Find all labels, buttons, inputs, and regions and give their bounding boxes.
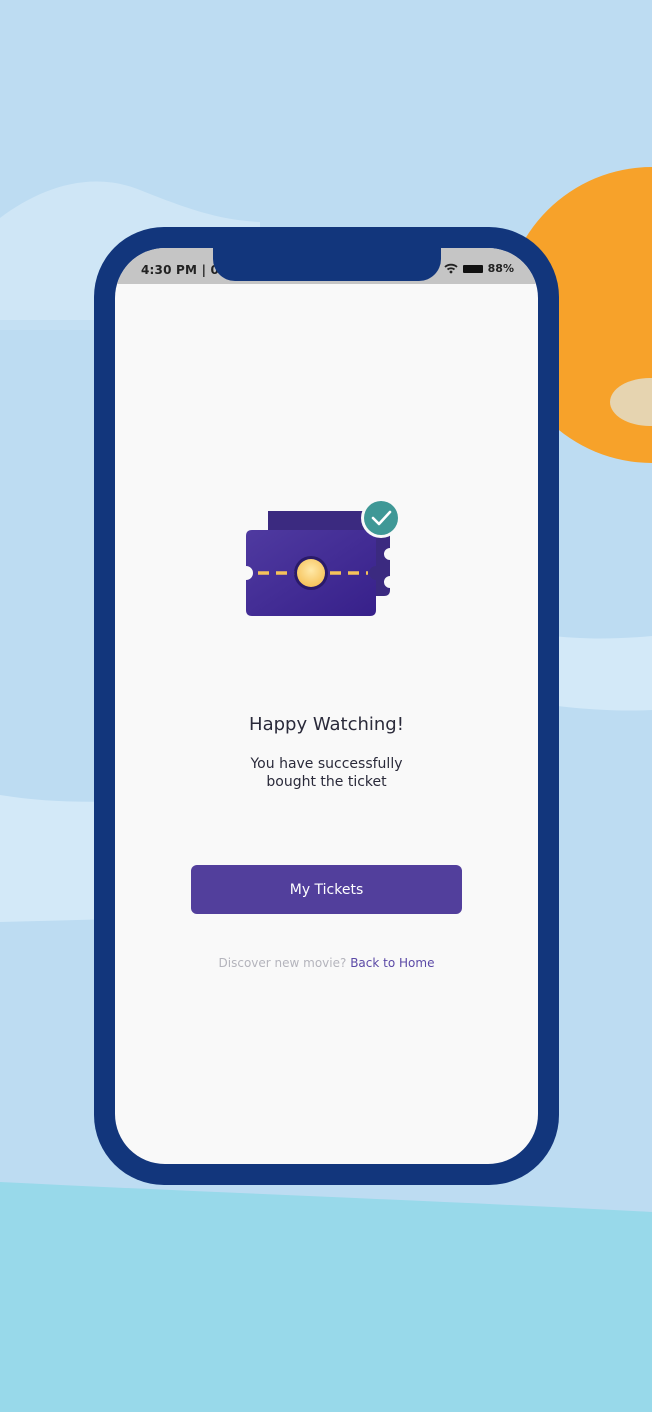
footer-prompt-text: Discover new movie? [218,956,347,970]
battery-percent: 88% [487,262,514,275]
success-message: You have successfully bought the ticket [115,755,538,791]
back-to-home-link[interactable]: Back to Home [350,956,434,970]
wifi-icon [444,263,458,274]
status-time: 4:30 PM [141,263,198,277]
status-separator: | [201,263,207,277]
my-tickets-button[interactable]: My Tickets [191,865,462,914]
check-icon [364,501,398,535]
phone-frame: 4:30 PM | 0. 88% [94,227,559,1185]
success-message-line-1: You have successfully [250,756,403,772]
ticket-icon [246,498,401,616]
phone-screen: 4:30 PM | 0. 88% [115,248,538,1164]
phone-notch [213,248,441,281]
success-title: Happy Watching! [249,714,404,735]
success-message-line-2: bought the ticket [266,774,387,790]
status-bar-left: 4:30 PM | 0. [141,263,224,277]
battery-icon [462,264,483,273]
footer-prompt: Discover new movie? Back to Home [115,956,538,970]
status-bar-right: 88% [444,262,514,275]
